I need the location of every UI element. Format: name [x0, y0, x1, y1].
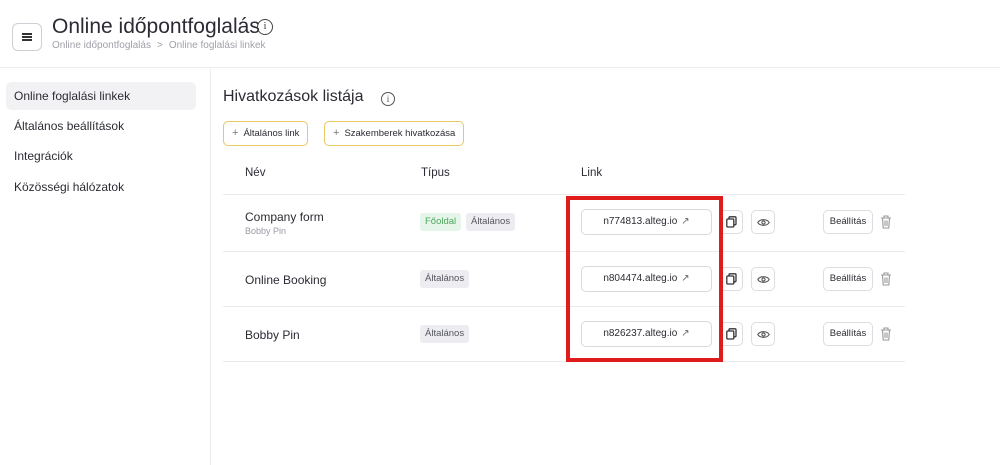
copy-icon — [725, 216, 737, 228]
eye-icon — [756, 275, 770, 283]
button-label: Szakemberek hivatkozása — [344, 128, 456, 139]
trash-icon[interactable] — [879, 271, 893, 287]
eye-icon — [756, 330, 770, 338]
row-name: Bobby Pin — [245, 328, 300, 342]
tag-general: Általános — [466, 213, 516, 231]
external-link-icon: ↗ — [681, 216, 690, 227]
row-name: Company form — [245, 210, 324, 224]
table-row: Company form Bobby Pin Főoldal Általános… — [223, 195, 905, 249]
sidebar-item-integrations[interactable]: Integrációk — [6, 142, 196, 170]
copy-button[interactable] — [719, 210, 743, 234]
button-label: Általános link — [243, 128, 300, 139]
preview-button[interactable] — [751, 210, 775, 234]
copy-button[interactable] — [719, 322, 743, 346]
copy-icon — [725, 328, 737, 340]
info-icon[interactable]: i — [381, 92, 395, 106]
booking-link[interactable]: n826237.alteg.io ↗ — [581, 321, 712, 347]
add-general-link-button[interactable]: + Általános link — [223, 121, 309, 146]
row-owner: Bobby Pin — [245, 226, 287, 236]
sidebar: Online foglalási linkek Általános beállí… — [0, 69, 211, 465]
preview-button[interactable] — [751, 322, 775, 346]
external-link-icon: ↗ — [681, 273, 690, 284]
column-header-type: Típus — [421, 167, 450, 179]
table-row: Bobby Pin Általános n826237.alteg.io ↗ Be… — [223, 307, 905, 361]
breadcrumb: Online időpontfoglalás > Online foglalás… — [52, 40, 266, 51]
plus-icon: + — [333, 127, 340, 139]
row-name: Online Booking — [245, 273, 327, 287]
page-title: Online időpontfoglalás — [52, 15, 260, 38]
column-header-name: Név — [245, 167, 266, 179]
divider — [223, 361, 905, 362]
menu-button[interactable] — [12, 23, 42, 51]
preview-button[interactable] — [751, 267, 775, 291]
page-header: Online időpontfoglalás i Online időpontf… — [0, 0, 1000, 68]
settings-button[interactable]: Beállítás — [823, 322, 873, 346]
info-icon[interactable]: i — [257, 19, 273, 35]
tag-main-page: Főoldal — [420, 213, 462, 231]
plus-icon: + — [232, 127, 239, 139]
table-row: Online Booking Általános n804474.alteg.i… — [223, 252, 905, 306]
link-url: n774813.alteg.io — [603, 216, 678, 227]
breadcrumb-item-current[interactable]: Online foglalási linkek — [169, 40, 266, 51]
link-url: n804474.alteg.io — [603, 273, 678, 284]
column-header-link: Link — [581, 167, 603, 179]
trash-icon[interactable] — [879, 326, 893, 342]
settings-button[interactable]: Beállítás — [823, 210, 873, 234]
booking-link[interactable]: n774813.alteg.io ↗ — [581, 209, 712, 235]
settings-button[interactable]: Beállítás — [823, 267, 873, 291]
sidebar-item-general-settings[interactable]: Általános beállítások — [6, 112, 196, 140]
external-link-icon: ↗ — [681, 328, 690, 339]
booking-link[interactable]: n804474.alteg.io ↗ — [581, 266, 712, 292]
link-url: n826237.alteg.io — [603, 328, 678, 339]
breadcrumb-item-home[interactable]: Online időpontfoglalás — [52, 40, 151, 51]
section-title: Hivatkozások listája — [223, 88, 364, 105]
copy-button[interactable] — [719, 267, 743, 291]
hamburger-icon — [22, 33, 32, 41]
sidebar-item-booking-links[interactable]: Online foglalási linkek — [6, 82, 196, 110]
add-specialist-link-button[interactable]: + Szakemberek hivatkozása — [324, 121, 465, 146]
trash-icon[interactable] — [879, 214, 893, 230]
eye-icon — [756, 218, 770, 226]
tag-general: Általános — [420, 325, 470, 343]
copy-icon — [725, 273, 737, 285]
breadcrumb-separator-icon: > — [156, 40, 163, 51]
sidebar-item-social-networks[interactable]: Közösségi hálózatok — [6, 173, 196, 201]
tag-general: Általános — [420, 270, 470, 288]
